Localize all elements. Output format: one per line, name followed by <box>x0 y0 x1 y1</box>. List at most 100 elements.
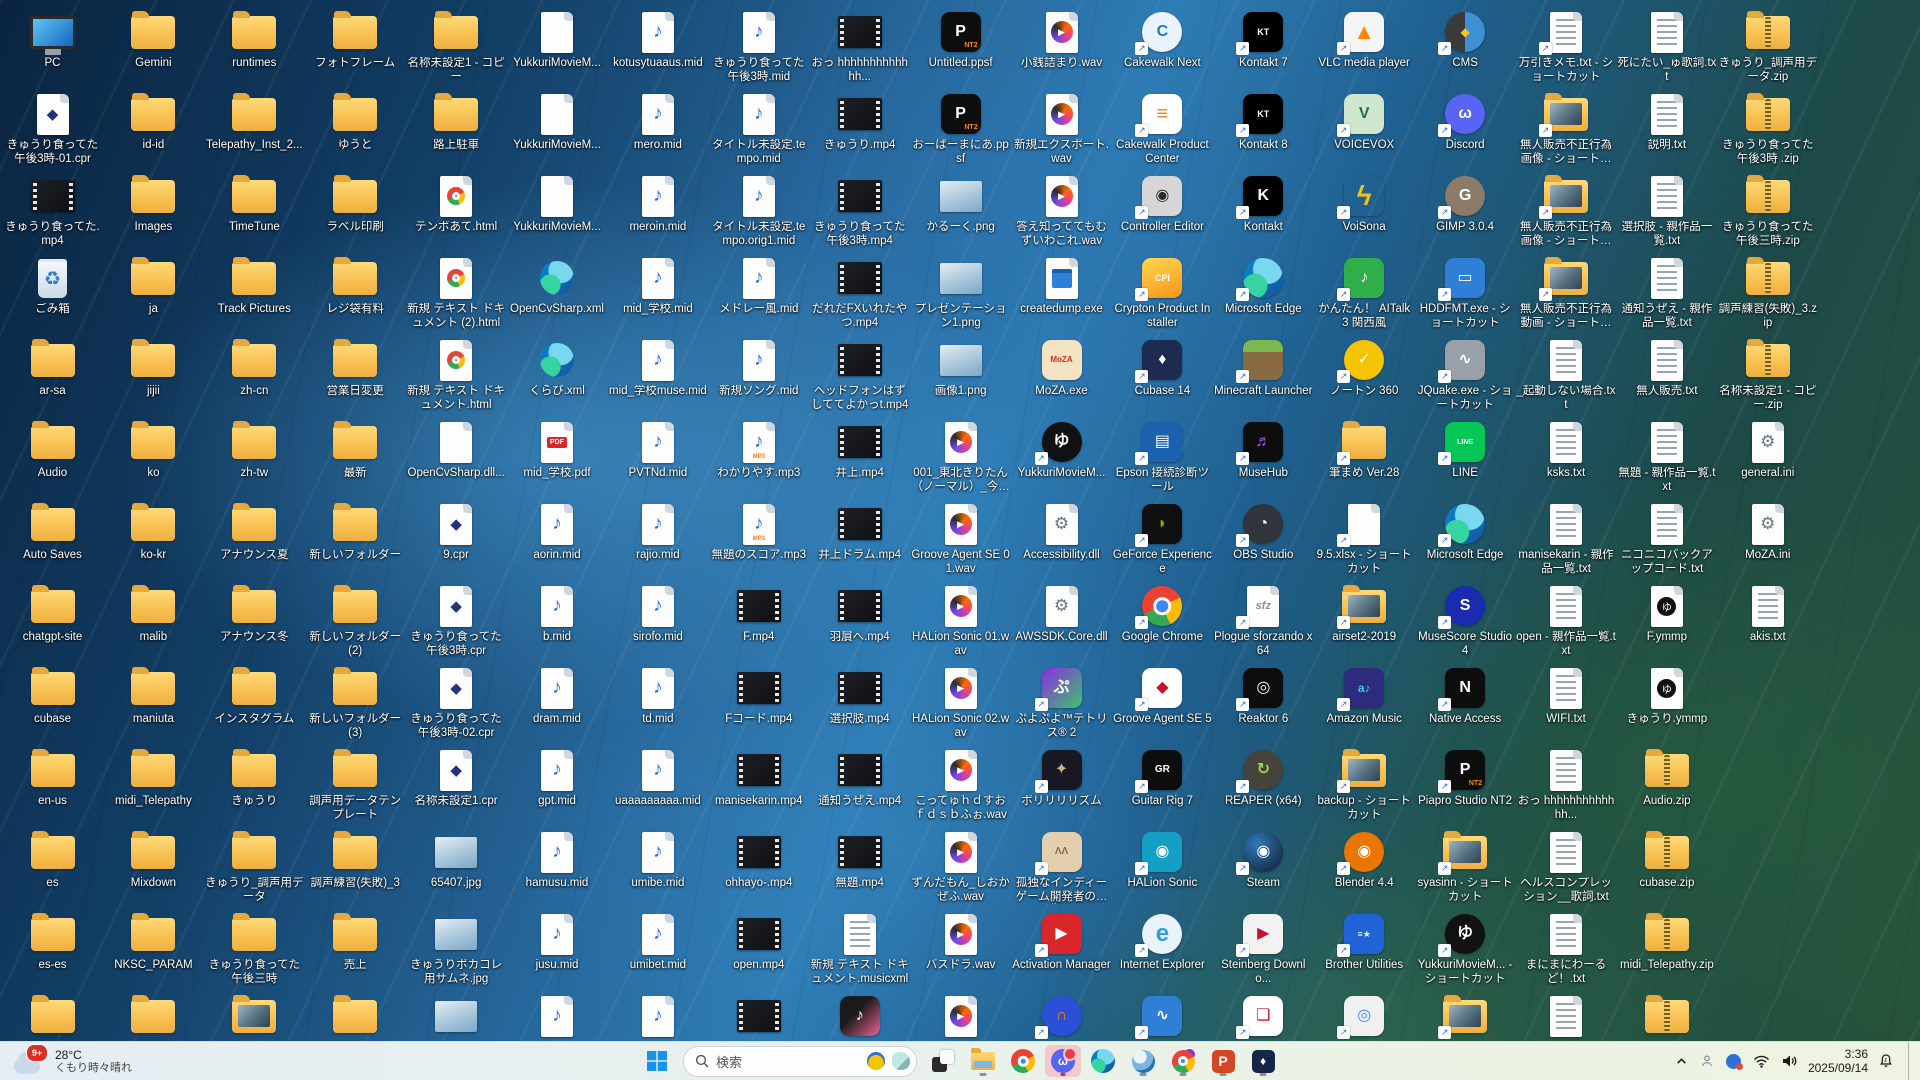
desktop-icon[interactable]: V ↗ VOICEVOX <box>1314 86 1415 168</box>
desktop-icon[interactable]: CPI ↗ Crypton Product Installer <box>1112 250 1213 332</box>
desktop-icon[interactable]: runtimes <box>204 4 305 86</box>
desktop-icon[interactable]: ニコニコバックアップコード.txt <box>1616 496 1717 578</box>
desktop-icon[interactable]: Auto Saves <box>2 496 103 578</box>
desktop-icon[interactable]: ▶ 小銭詰まり.wav <box>1011 4 1112 86</box>
desktop-icon[interactable]: ≡ ↗ Cakewalk Product Center <box>1112 86 1213 168</box>
desktop-icon[interactable]: 調声用データテンプレート <box>305 742 406 824</box>
desktop-icon[interactable]: 売上 <box>305 906 406 988</box>
desktop-icon[interactable]: ♪ uaaaaaaaaa.mid <box>607 742 708 824</box>
desktop-icon[interactable]: G ↗ GIMP 3.0.4 <box>1415 168 1516 250</box>
desktop-icon[interactable]: 通知うぜえ - 親作品一覧.txt <box>1616 250 1717 332</box>
desktop-icon[interactable]: きゅうり食ってた午後3時.mp4 <box>809 168 910 250</box>
desktop-icon[interactable]: ♪ タイトル未設定.tempo.orig1.mid <box>708 168 809 250</box>
desktop-icon[interactable]: 羽屓へ.mp4 <box>809 578 910 660</box>
desktop-icon[interactable]: en-us <box>2 742 103 824</box>
desktop-icon[interactable]: 無題 - 親作品一覧.txt <box>1616 414 1717 496</box>
desktop-icon[interactable]: midi_Telepathy.zip <box>1616 906 1717 988</box>
desktop-icon[interactable]: MoZA MoZA.exe <box>1011 332 1112 414</box>
desktop-icon[interactable]: ♻ ごみ箱 <box>2 250 103 332</box>
desktop-icon[interactable]: open - 親作品一覧.txt <box>1516 578 1617 660</box>
desktop-icon[interactable]: jijii <box>103 332 204 414</box>
desktop-icon[interactable]: ゆうと <box>305 86 406 168</box>
desktop-icon[interactable]: F.mp4 <box>708 578 809 660</box>
desktop-icon[interactable]: ↗ 筆まめ Ver.28 <box>1314 414 1415 496</box>
desktop-icon[interactable]: KT ↗ Kontakt 8 <box>1213 86 1314 168</box>
desktop-icon[interactable]: Telepathy_Inst_2... <box>204 86 305 168</box>
desktop-icon[interactable]: ◗ ↗ GeForce Experience <box>1112 496 1213 578</box>
desktop-icon[interactable]: インスタグラム <box>204 660 305 742</box>
desktop-icon[interactable]: akis.txt <box>1717 578 1818 660</box>
desktop-icon[interactable]: 通知うぜえ.mp4 <box>809 742 910 824</box>
desktop-icon[interactable]: e ↗ Internet Explorer <box>1112 906 1213 988</box>
desktop-icon[interactable]: Mixdown <box>103 824 204 906</box>
desktop-icon[interactable]: アナウンス冬 <box>204 578 305 660</box>
desktop-icon[interactable]: ◆ きゅうり食ってた午後3時.cpr <box>406 578 507 660</box>
taskbar-app-blue-globe-app[interactable] <box>1125 1045 1161 1077</box>
desktop-icon[interactable]: きゅうり食ってた午後三時.zip <box>1717 168 1818 250</box>
desktop-icon[interactable]: YukkuriMovieM... <box>507 86 608 168</box>
desktop-icon[interactable]: K ↗ Kontakt <box>1213 168 1314 250</box>
desktop-icon[interactable]: ♪ jusu.mid <box>507 906 608 988</box>
desktop-icon[interactable]: ♪ rajio.mid <box>607 496 708 578</box>
desktop-icon[interactable]: PC <box>2 4 103 86</box>
desktop-icon[interactable]: 名称未設定1 - コピー.zip <box>1717 332 1818 414</box>
clock[interactable]: 3:36 2025/09/14 <box>1808 1047 1868 1075</box>
desktop-icon[interactable]: 無人販売.txt <box>1616 332 1717 414</box>
desktop-icon[interactable]: ♪ タイトル未設定.tempo.mid <box>708 86 809 168</box>
taskbar-app-file-explorer[interactable] <box>965 1045 1001 1077</box>
desktop-icon[interactable]: cubase.zip <box>1616 824 1717 906</box>
desktop-icon[interactable]: ▶ ずんだもん_しおかぜふ.wav <box>910 824 1011 906</box>
desktop-icon[interactable]: ⚙ MoZA.ini <box>1717 496 1818 578</box>
desktop-icon[interactable]: ar-sa <box>2 332 103 414</box>
desktop-icon[interactable]: ぷ ↗ ぷよぷよ™テトリス® 2 <box>1011 660 1112 742</box>
desktop-icon[interactable]: フォトフレーム <box>305 4 406 86</box>
desktop-icon[interactable]: ⚙ general.ini <box>1717 414 1818 496</box>
desktop-icon[interactable]: P NT2 Untitled.ppsf <box>910 4 1011 86</box>
desktop-icon[interactable]: ♪ 新規ソング.mid <box>708 332 809 414</box>
desktop-icon[interactable]: 調声練習(失敗)_3.zip <box>1717 250 1818 332</box>
desktop-icon[interactable]: ↗ Microsoft Edge <box>1415 496 1516 578</box>
tray-person-icon[interactable] <box>1698 1052 1716 1070</box>
wifi-icon[interactable] <box>1751 1053 1772 1070</box>
show-desktop-button[interactable] <box>1908 1042 1914 1080</box>
desktop-icon[interactable]: ↗ syasinn - ショートカット <box>1415 824 1516 906</box>
desktop-icon[interactable]: ϟ ↗ VoiSona <box>1314 168 1415 250</box>
search-input[interactable]: 検索 <box>683 1045 917 1077</box>
desktop-icon[interactable]: ♪ umibet.mid <box>607 906 708 988</box>
desktop-icon[interactable]: ゆきゅうり.ymmp <box>1616 660 1717 742</box>
desktop-icon[interactable]: ♪ gpt.mid <box>507 742 608 824</box>
desktop-icon[interactable]: ▭ ↗ HDDFMT.exe - ショートカット <box>1415 250 1516 332</box>
desktop-icon[interactable]: 新規 テキスト ドキュメント (2).html <box>406 250 507 332</box>
taskbar-app-google-chrome[interactable] <box>1005 1045 1041 1077</box>
desktop-icon[interactable]: sfz ↗ Plogue sforzando x64 <box>1213 578 1314 660</box>
desktop-icon[interactable]: 新しいフォルダー (2) <box>305 578 406 660</box>
desktop-icon[interactable]: くらび.xml <box>507 332 608 414</box>
desktop-icon[interactable]: ♪ MP3 無題のスコア.mp3 <box>708 496 809 578</box>
desktop-icon[interactable]: ▲ ↗ VLC media player <box>1314 4 1415 86</box>
desktop-icon[interactable]: TimeTune <box>204 168 305 250</box>
desktop-icon[interactable]: NKSC_PARAM <box>103 906 204 988</box>
desktop-icon[interactable]: a♪ ↗ Amazon Music <box>1314 660 1415 742</box>
desktop-icon[interactable]: ♪ meroin.mid <box>607 168 708 250</box>
desktop-icon[interactable]: ◉ ↗ HALion Sonic <box>1112 824 1213 906</box>
desktop-icon[interactable]: ◆ 9.cpr <box>406 496 507 578</box>
desktop-icon[interactable]: GR ↗ Guitar Rig 7 <box>1112 742 1213 824</box>
taskbar-app-microsoft-edge[interactable] <box>1085 1045 1121 1077</box>
desktop-icon[interactable]: ♪ mero.mid <box>607 86 708 168</box>
desktop-icon[interactable]: ♪ b.mid <box>507 578 608 660</box>
desktop-icon[interactable]: きゅうり_調声用データ <box>204 824 305 906</box>
notification-bell-icon[interactable]: z <box>1876 1051 1896 1071</box>
desktop-icon[interactable]: P NT2 おーばーまにあ.ppsf <box>910 86 1011 168</box>
desktop-icon[interactable]: ja <box>103 250 204 332</box>
taskbar-app-cubase[interactable]: ♦ <box>1245 1045 1281 1077</box>
desktop-icon[interactable]: zh-cn <box>204 332 305 414</box>
desktop-icon[interactable]: S ↗ MuseScore Studio 4 <box>1415 578 1516 660</box>
desktop-icon[interactable]: ▶ ↗ Steinberg Downlo... <box>1213 906 1314 988</box>
desktop-icon[interactable]: manisekarin - 親作品一覧.txt <box>1516 496 1617 578</box>
desktop-icon[interactable]: ▶ HALion Sonic 02.wav <box>910 660 1011 742</box>
desktop-icon[interactable]: ◔ ↗ OBS Studio <box>1213 496 1314 578</box>
desktop-icon[interactable]: YukkuriMovieM... <box>507 4 608 86</box>
desktop-icon[interactable]: ◉ ↗ Controller Editor <box>1112 168 1213 250</box>
desktop-icon[interactable]: 無題.mp4 <box>809 824 910 906</box>
desktop-icon[interactable]: _起動しない場合.txt <box>1516 332 1617 414</box>
